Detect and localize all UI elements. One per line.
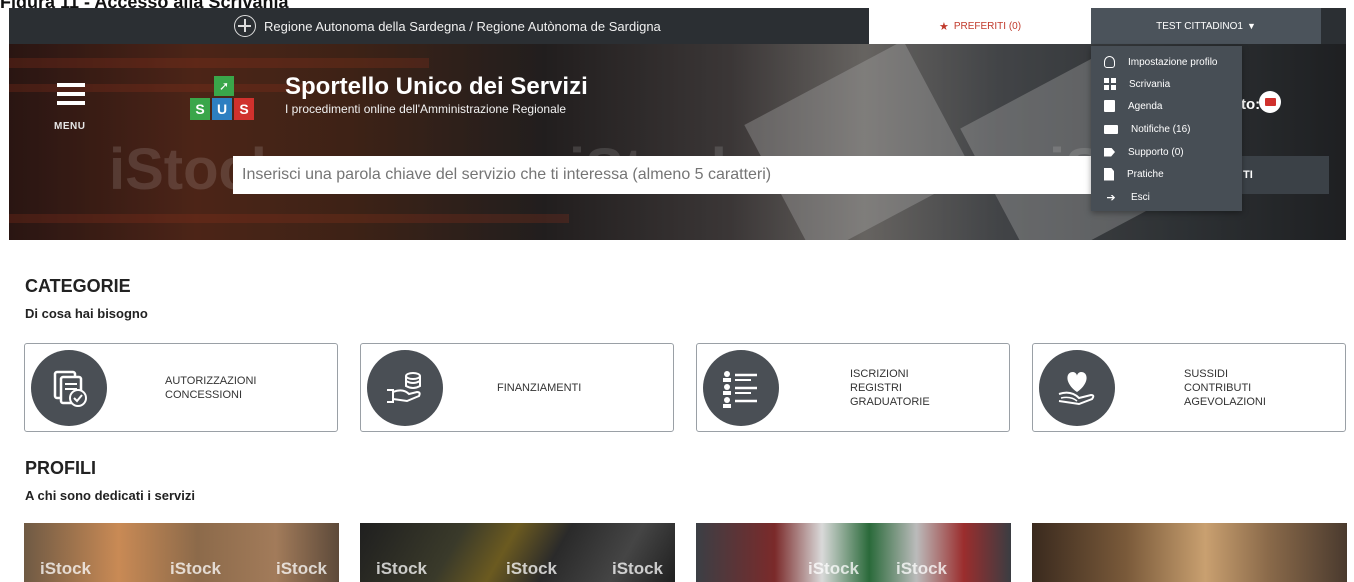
menu-item-agenda[interactable]: Agenda — [1091, 95, 1242, 117]
profile-card-citizens[interactable]: iStock iStock iStock — [24, 523, 339, 582]
categories-subtitle: Di cosa hai bisogno — [25, 306, 148, 321]
menu-item-label: Scrivania — [1129, 78, 1171, 90]
star-icon: ★ — [938, 20, 949, 33]
menu-item-label: Esci — [1131, 191, 1150, 203]
hamburger-icon — [57, 101, 85, 105]
hamburger-icon — [57, 83, 85, 87]
region-link[interactable]: Regione Autonoma della Sardegna / Region… — [234, 8, 661, 44]
envelope-icon[interactable] — [1259, 91, 1281, 113]
search-input[interactable] — [233, 156, 1093, 194]
profiles-title: PROFILI — [25, 458, 96, 478]
logo-letter: U — [212, 98, 232, 120]
user-dropdown-menu: Impostazione profilo Scrivania Agenda No… — [1091, 46, 1242, 211]
favorites-label: PREFERITI (0) — [953, 20, 1022, 32]
categories-title: CATEGORIE — [25, 276, 131, 296]
menu-item-logout[interactable]: ➔ Esci — [1091, 186, 1242, 208]
watermark: iStock — [808, 559, 860, 578]
card-line: FINANZIAMENTI — [497, 381, 582, 394]
menu-item-label: Pratiche — [1127, 168, 1164, 180]
watermark: iStock — [612, 559, 664, 578]
agenda-icon — [1104, 100, 1115, 112]
favorites-button[interactable]: ★ PREFERITI (0) — [869, 8, 1091, 44]
top-bar: Regione Autonoma della Sardegna / Region… — [9, 8, 1346, 44]
file-icon — [1104, 167, 1114, 181]
card-label: AUTORIZZAZIONI CONCESSIONI — [165, 344, 256, 431]
card-line: CONCESSIONI — [165, 388, 243, 401]
cursor-arrow-icon: ➚ — [214, 76, 234, 96]
region-seal-icon — [234, 15, 256, 37]
menu-item-label: Notifiche (16) — [1131, 123, 1191, 135]
list-registry-icon — [703, 350, 779, 426]
card-line: AGEVOLAZIONI — [1184, 395, 1266, 408]
menu-item-label: Supporto (0) — [1128, 146, 1184, 158]
watermark: iStock — [376, 559, 428, 578]
notification-label: to: — [1241, 96, 1261, 113]
envelope-icon — [1104, 124, 1118, 134]
profiles-subtitle: A chi sono dedicati i servizi — [25, 488, 196, 503]
region-text: Regione Autonoma della Sardegna / Region… — [264, 18, 661, 34]
sus-logo[interactable]: ➚ S U S — [190, 76, 262, 120]
hamburger-icon — [57, 92, 85, 96]
card-label: ISCRIZIONI REGISTRI GRADUATORIE — [850, 344, 930, 431]
search-button-label: TI — [1243, 169, 1253, 181]
user-icon — [1104, 56, 1115, 68]
category-card-authorizations[interactable]: AUTORIZZAZIONI CONCESSIONI — [24, 343, 338, 432]
card-line: AUTORIZZAZIONI — [165, 374, 257, 387]
user-name: TEST CITTADINO1 — [1156, 20, 1243, 32]
hand-coins-icon — [367, 350, 443, 426]
watermark: iStock — [40, 559, 92, 578]
menu-item-label: Agenda — [1128, 100, 1163, 112]
card-line: REGISTRI — [850, 381, 902, 394]
menu-item-practices[interactable]: Pratiche — [1091, 163, 1242, 185]
watermark: iStock — [170, 559, 222, 578]
card-line: GRADUATORIE — [850, 395, 930, 408]
caret-down-icon: ▼ — [1246, 21, 1256, 31]
sign-out-icon: ➔ — [1106, 191, 1116, 204]
user-menu-button[interactable]: TEST CITTADINO1 ▼ — [1091, 8, 1321, 44]
site-subtitle: I procedimenti online dell'Amministrazio… — [285, 102, 567, 116]
menu-item-notifications[interactable]: Notifiche (16) — [1091, 118, 1242, 140]
category-card-registrations[interactable]: ISCRIZIONI REGISTRI GRADUATORIE — [696, 343, 1010, 432]
category-card-financing[interactable]: FINANZIAMENTI — [360, 343, 674, 432]
watermark: iStock — [276, 559, 328, 578]
card-line: CONTRIBUTI — [1184, 381, 1252, 394]
grid-icon — [1104, 78, 1116, 90]
card-line: ISCRIZIONI — [850, 367, 909, 380]
menu-item-desk[interactable]: Scrivania — [1091, 73, 1242, 95]
watermark: iStock — [506, 559, 558, 578]
card-label: FINANZIAMENTI — [497, 344, 581, 431]
menu-item-label: Impostazione profilo — [1128, 56, 1218, 68]
documents-check-icon — [31, 350, 107, 426]
card-line: SUSSIDI — [1184, 367, 1229, 380]
category-card-subsidies[interactable]: SUSSIDI CONTRIBUTI AGEVOLAZIONI — [1032, 343, 1346, 432]
menu-item-support[interactable]: Supporto (0) — [1091, 141, 1242, 163]
tag-icon — [1104, 147, 1115, 157]
hand-heart-icon — [1039, 350, 1115, 426]
profile-card-professionals[interactable] — [1032, 523, 1347, 582]
logo-letter: S — [234, 98, 254, 120]
logo-letter: S — [190, 98, 210, 120]
profile-card-businesses[interactable]: iStock iStock iStock — [360, 523, 675, 582]
site-title: Sportello Unico dei Servizi — [285, 73, 588, 100]
menu-item-profile-settings[interactable]: Impostazione profilo — [1091, 51, 1242, 73]
watermark: iStock — [896, 559, 948, 578]
menu-button[interactable]: MENU — [54, 79, 98, 139]
menu-label: MENU — [54, 121, 86, 132]
profile-card-public-entities[interactable]: iStock iStock — [696, 523, 1011, 582]
card-label: SUSSIDI CONTRIBUTI AGEVOLAZIONI — [1184, 344, 1266, 431]
